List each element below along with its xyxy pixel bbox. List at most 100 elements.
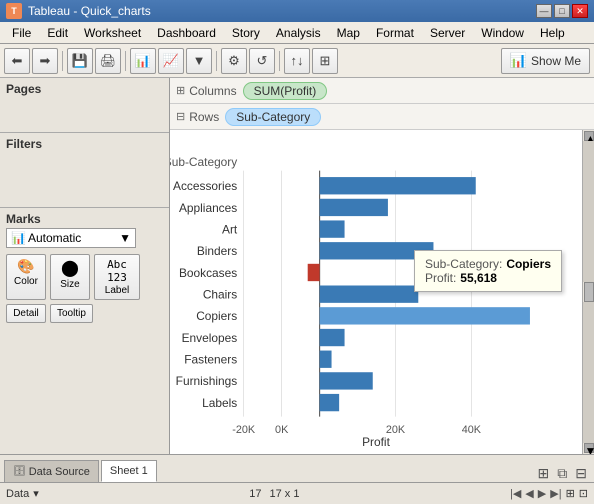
status-fit-icon: ⊡ — [579, 487, 588, 500]
bar-bookcases[interactable] — [308, 264, 320, 281]
toolbar-redo[interactable]: ➡ — [32, 48, 58, 74]
filters-content — [6, 153, 163, 203]
filters-panel: Filters — [0, 133, 169, 208]
window-title: Tableau - Quick_charts — [28, 4, 151, 18]
bar-fasteners[interactable] — [320, 351, 332, 368]
svg-text:Accessories: Accessories — [173, 179, 237, 193]
datasource-tab-icon: 🗄 — [13, 466, 26, 477]
bar-envelopes[interactable] — [320, 329, 345, 346]
status-bar: Data ▾ 17 17 x 1 |◀ ◀ ▶ ▶| ⊞ ⊡ — [0, 482, 594, 504]
datasource-tab-label: Data Source — [29, 466, 90, 478]
bar-art[interactable] — [320, 220, 345, 237]
menu-story[interactable]: Story — [224, 22, 268, 43]
title-bar: T Tableau - Quick_charts — □ ✕ — [0, 0, 594, 22]
detail-button[interactable]: Detail — [6, 304, 46, 323]
status-dimensions: 17 x 1 — [270, 488, 300, 500]
marks-dropdown-arrow: ▼ — [119, 231, 131, 245]
columns-shelf-icon: ⊞ — [176, 84, 185, 97]
chart-svg: Sub-Category Accessories Appliances Art … — [170, 130, 582, 454]
toolbar-sep1 — [62, 51, 63, 71]
left-panel: Pages Filters Marks 📊 Automatic ▼ 🎨 Colo… — [0, 78, 170, 454]
svg-text:Fasteners: Fasteners — [184, 353, 237, 367]
tab-controls: ⊞ ⧉ ⊟ — [535, 465, 590, 482]
pages-content — [6, 98, 163, 128]
svg-text:0K: 0K — [275, 424, 289, 436]
bar-accessories[interactable] — [320, 177, 476, 194]
tab-options-button[interactable]: ⊟ — [572, 465, 590, 482]
status-right: |◀ ◀ ▶ ▶| ⊞ ⊡ — [510, 487, 588, 500]
status-count: 17 — [249, 488, 261, 500]
toolbar-sort-desc[interactable]: ⊞ — [312, 48, 338, 74]
new-sheet-button[interactable]: ⊞ — [535, 465, 553, 482]
menu-format[interactable]: Format — [368, 22, 422, 43]
toolbar-filter[interactable]: ⚙ — [221, 48, 247, 74]
menu-dashboard[interactable]: Dashboard — [149, 22, 224, 43]
duplicate-sheet-button[interactable]: ⧉ — [554, 465, 570, 482]
label-button[interactable]: Abc123 Label — [94, 254, 140, 300]
scroll-down[interactable]: ▼ — [584, 443, 594, 453]
maximize-button[interactable]: □ — [554, 4, 570, 18]
app-icon: T — [6, 3, 22, 19]
bar-appliances[interactable] — [320, 199, 388, 216]
show-me-button[interactable]: 📊 Show Me — [501, 48, 590, 74]
chart-with-scroll: Sub-Category Accessories Appliances Art … — [170, 130, 594, 454]
size-button[interactable]: ⬤ Size — [50, 254, 90, 300]
pages-panel: Pages — [0, 78, 169, 133]
toolbar-chart2[interactable]: 📈 — [158, 48, 184, 74]
bar-copiers[interactable] — [320, 307, 530, 324]
columns-pill[interactable]: SUM(Profit) — [243, 82, 328, 100]
bar-chairs[interactable] — [320, 285, 419, 302]
nav-next-button[interactable]: ▶ — [538, 487, 546, 500]
chart-scrollbar[interactable]: ▲ ▼ — [582, 130, 594, 454]
toolbar-save[interactable]: 💾 — [67, 48, 93, 74]
menu-analysis[interactable]: Analysis — [268, 22, 329, 43]
bar-furnishings[interactable] — [320, 372, 373, 389]
columns-shelf: ⊞ Columns SUM(Profit) — [170, 78, 594, 104]
menu-help[interactable]: Help — [532, 22, 573, 43]
menu-edit[interactable]: Edit — [39, 22, 76, 43]
toolbar-chart1[interactable]: 📊 — [130, 48, 156, 74]
toolbar: ⬅ ➡ 💾 🖨 📊 📈 ▼ ⚙ ↺ ↑↓ ⊞ 📊 Show Me — [0, 44, 594, 78]
close-button[interactable]: ✕ — [572, 4, 588, 18]
bar-binders[interactable] — [320, 242, 434, 259]
scroll-thumb[interactable] — [584, 282, 594, 302]
columns-shelf-label: Columns — [189, 84, 236, 98]
rows-shelf-icon: ⊟ — [176, 110, 185, 123]
toolbar-print[interactable]: 🖨 — [95, 48, 121, 74]
menu-server[interactable]: Server — [422, 22, 473, 43]
toolbar-sort-asc[interactable]: ↑↓ — [284, 48, 310, 74]
svg-text:Copiers: Copiers — [196, 309, 237, 323]
marks-type-icon: 📊 — [11, 231, 26, 245]
tooltip-button[interactable]: Tooltip — [50, 304, 93, 323]
show-me-label: Show Me — [531, 54, 581, 68]
rows-shelf: ⊟ Rows Sub-Category — [170, 104, 594, 130]
menu-window[interactable]: Window — [473, 22, 532, 43]
scroll-up[interactable]: ▲ — [584, 131, 594, 141]
marks-panel: Marks 📊 Automatic ▼ 🎨 Color ⬤ Size Abc12… — [0, 208, 169, 454]
menu-worksheet[interactable]: Worksheet — [76, 22, 149, 43]
nav-first-button[interactable]: |◀ — [510, 487, 521, 500]
svg-text:Bookcases: Bookcases — [179, 266, 237, 280]
marks-type-dropdown[interactable]: 📊 Automatic ▼ — [6, 228, 136, 248]
nav-prev-button[interactable]: ◀ — [525, 487, 533, 500]
sheet1-tab[interactable]: Sheet 1 — [101, 460, 157, 482]
status-datasource-arrow: ▾ — [33, 487, 39, 500]
minimize-button[interactable]: — — [536, 4, 552, 18]
color-button[interactable]: 🎨 Color — [6, 254, 46, 300]
label-icon: Abc123 — [107, 258, 127, 284]
bar-labels[interactable] — [320, 394, 340, 411]
size-icon: ⬤ — [61, 258, 79, 278]
pages-label: Pages — [6, 82, 163, 96]
bottom-tabs: 🗄 Data Source Sheet 1 ⊞ ⧉ ⊟ — [0, 454, 594, 482]
toolbar-chart3[interactable]: ▼ — [186, 48, 212, 74]
toolbar-undo[interactable]: ⬅ — [4, 48, 30, 74]
nav-last-button[interactable]: ▶| — [550, 487, 561, 500]
svg-text:Labels: Labels — [202, 396, 237, 410]
svg-text:Sub-Category: Sub-Category — [170, 155, 237, 169]
menu-bar: File Edit Worksheet Dashboard Story Anal… — [0, 22, 594, 44]
menu-file[interactable]: File — [4, 22, 39, 43]
rows-pill[interactable]: Sub-Category — [225, 108, 321, 126]
menu-map[interactable]: Map — [329, 22, 368, 43]
toolbar-refresh[interactable]: ↺ — [249, 48, 275, 74]
datasource-tab[interactable]: 🗄 Data Source — [4, 460, 99, 482]
